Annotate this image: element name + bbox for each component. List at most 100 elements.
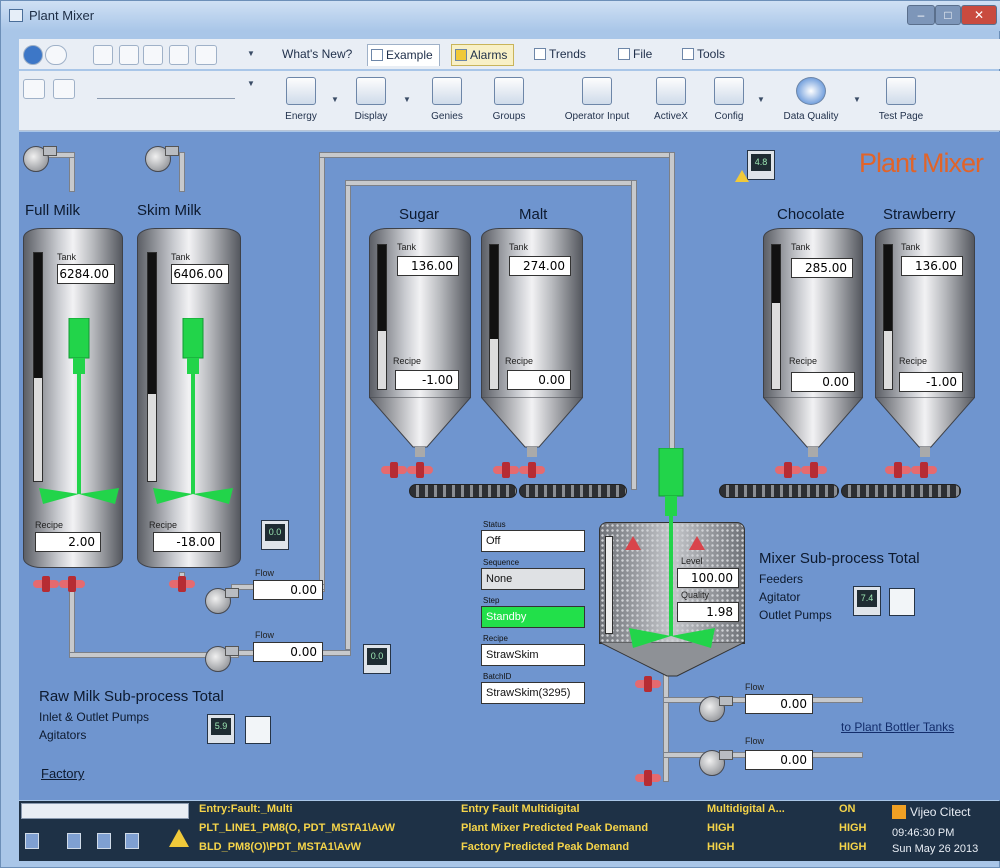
chocolate-recipe-value[interactable]: 0.00 [791, 372, 855, 392]
login-button[interactable] [53, 79, 75, 99]
chevron-down-icon[interactable]: ▼ [403, 95, 411, 104]
chocolate-tank-value[interactable]: 285.00 [791, 258, 853, 278]
inlet-pump[interactable] [145, 142, 179, 172]
chevron-down-icon[interactable]: ▼ [757, 95, 765, 104]
ribbon-config[interactable]: Config [699, 77, 759, 127]
feeder-valve[interactable] [519, 462, 545, 478]
skim-flow-value[interactable]: 0.00 [253, 580, 323, 600]
sugar-recipe-value[interactable]: -1.00 [395, 370, 459, 390]
tab-file[interactable]: File [615, 44, 658, 66]
energy-meter[interactable]: 5.9 [207, 714, 235, 744]
malt-tank-value[interactable]: 274.00 [509, 256, 571, 276]
ribbon-data-quality[interactable]: Data Quality [773, 77, 849, 127]
alarm-tool-icon[interactable] [67, 833, 81, 849]
feeder-valve[interactable] [381, 462, 407, 478]
outlet-flow-value[interactable]: 0.00 [745, 750, 813, 770]
feeder-valve[interactable] [493, 462, 519, 478]
tab-example[interactable]: Example [367, 44, 440, 66]
ribbon-activex[interactable]: ActiveX [641, 77, 701, 127]
mixer-agitator[interactable] [623, 448, 723, 662]
tab-whats-new[interactable]: What's New? [274, 44, 358, 66]
forward-button[interactable] [45, 45, 67, 65]
recipe-label: Recipe [393, 356, 422, 366]
warning-icon[interactable] [169, 829, 189, 847]
chevron-down-icon[interactable]: ▼ [853, 95, 861, 104]
trend-page-icon[interactable] [245, 716, 271, 744]
mixer-outlet-valve[interactable] [635, 770, 661, 786]
pencil-icon [582, 77, 612, 105]
skim-flow-pump[interactable] [205, 584, 239, 614]
raw-flow-value[interactable]: 0.00 [253, 642, 323, 662]
ribbon-groups[interactable]: Groups [479, 77, 539, 127]
outlet-pump[interactable] [699, 746, 733, 776]
page-button[interactable] [93, 45, 113, 65]
skim-milk-recipe-value[interactable]: -18.00 [153, 532, 221, 552]
ribbon-test-page[interactable]: Test Page [871, 77, 931, 127]
close-button[interactable]: ✕ [961, 5, 997, 25]
feeder-valve[interactable] [801, 462, 827, 478]
ribbon: ▼ Energy ▼ Display ▼ Genies Groups Opera… [19, 71, 1000, 131]
tab-tools[interactable]: Tools [679, 44, 731, 66]
screw-conveyor[interactable] [841, 484, 961, 498]
outlet-valve[interactable] [169, 576, 195, 592]
tab-alarms[interactable]: Alarms [451, 44, 515, 66]
factory-link[interactable]: Factory [41, 766, 84, 781]
bottler-tanks-link[interactable]: to Plant Bottler Tanks [841, 720, 954, 734]
screw-conveyor[interactable] [519, 484, 627, 498]
prev-page-button[interactable] [119, 45, 139, 65]
mixer-outlet-valve[interactable] [635, 676, 661, 692]
trend-page-icon[interactable] [889, 588, 915, 616]
agitator[interactable] [33, 318, 123, 518]
chevron-down-icon[interactable]: ▼ [247, 79, 255, 88]
outlet-flow-value[interactable]: 0.00 [745, 694, 813, 714]
feeder-valve[interactable] [775, 462, 801, 478]
command-input[interactable] [97, 81, 235, 99]
outlet-pump[interactable] [699, 692, 733, 722]
mixer-quality-value[interactable]: 1.98 [677, 602, 739, 622]
maximize-button[interactable]: □ [935, 5, 961, 25]
ribbon-display[interactable]: Display [341, 77, 401, 127]
strawberry-recipe-value[interactable]: -1.00 [899, 372, 963, 392]
energy-meter[interactable]: 0.0 [363, 644, 391, 674]
alarm-tool-icon[interactable] [25, 833, 39, 849]
strawberry-hopper [875, 397, 975, 457]
energy-meter[interactable]: 4.8 [747, 150, 775, 180]
outlet-valve[interactable] [33, 576, 59, 592]
tab-trends[interactable]: Trends [531, 44, 592, 66]
raw-flow-pump[interactable] [205, 642, 239, 672]
toolbar-navigation: ▼ What's New? Example Alarms Trends File… [19, 39, 1000, 69]
outlet-valve[interactable] [59, 576, 85, 592]
feeder-valve[interactable] [911, 462, 937, 478]
screw-conveyor[interactable] [719, 484, 839, 498]
alarm-tool-icon[interactable] [97, 833, 111, 849]
skim-milk-tank-value[interactable]: 6406.00 [171, 264, 229, 284]
feeder-valve[interactable] [885, 462, 911, 478]
full-milk-tank-value[interactable]: 6284.00 [57, 264, 115, 284]
ribbon-operator-input[interactable]: Operator Input [557, 77, 637, 127]
ribbon-energy[interactable]: Energy [271, 77, 331, 127]
sugar-tank-value[interactable]: 136.00 [397, 256, 459, 276]
energy-meter[interactable]: 0.0 [261, 520, 289, 550]
back-button[interactable] [23, 45, 43, 65]
chevron-down-icon[interactable]: ▼ [247, 49, 255, 58]
window-button[interactable] [195, 45, 217, 65]
chevron-down-icon[interactable]: ▼ [331, 95, 339, 104]
agitator[interactable] [147, 318, 237, 518]
full-milk-recipe-value[interactable]: 2.00 [35, 532, 101, 552]
feeder-valve[interactable] [407, 462, 433, 478]
screw-conveyor[interactable] [409, 484, 517, 498]
home-button[interactable] [169, 45, 189, 65]
display-icon [356, 77, 386, 105]
ribbon-genies[interactable]: Genies [417, 77, 477, 127]
energy-meter[interactable]: 7.4 [853, 586, 881, 616]
alarm-tag: Entry:Fault:_Multi [199, 803, 293, 815]
alarm-tool-icon[interactable] [125, 833, 139, 849]
next-page-button[interactable] [143, 45, 163, 65]
strawberry-tank-value[interactable]: 136.00 [901, 256, 963, 276]
minimize-button[interactable]: – [907, 5, 935, 25]
alarm-filter-field[interactable] [21, 803, 189, 819]
mixer-level-value[interactable]: 100.00 [677, 568, 739, 588]
inlet-pump[interactable] [23, 142, 57, 172]
print-button[interactable] [23, 79, 45, 99]
malt-recipe-value[interactable]: 0.00 [507, 370, 571, 390]
